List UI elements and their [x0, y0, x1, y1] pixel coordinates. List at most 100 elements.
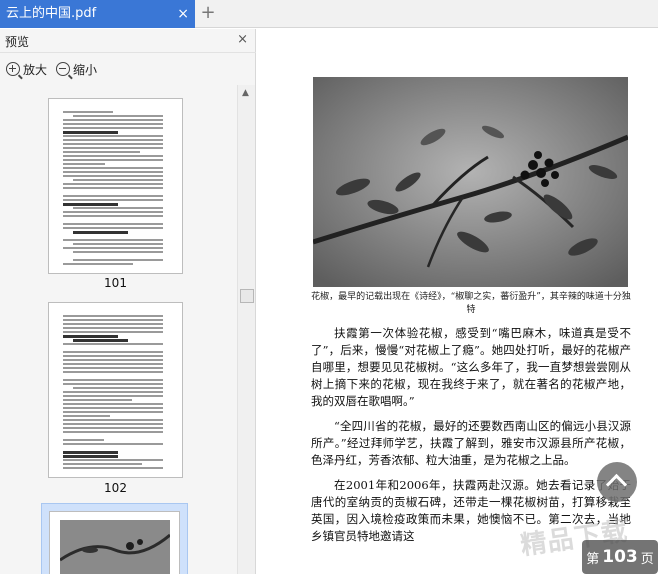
- new-tab-button[interactable]: +: [199, 3, 217, 23]
- preview-header: 预览 ×: [0, 29, 256, 53]
- scroll-up-icon[interactable]: ▲: [242, 88, 249, 98]
- thumbnail-text-line: [63, 419, 163, 421]
- thumbnail-text-line: [63, 367, 163, 369]
- thumbnail-scrollbar[interactable]: ▲: [237, 85, 255, 574]
- thumbnail-text-line: [63, 451, 118, 454]
- scrollbar-thumb[interactable]: [240, 289, 254, 303]
- thumbnail-text-line: [63, 131, 118, 134]
- zoom-out-button[interactable]: 缩小: [56, 60, 97, 78]
- scroll-to-top-button[interactable]: [597, 462, 637, 502]
- thumbnail-text-line: [63, 315, 163, 317]
- thumbnail-text-line: [63, 147, 163, 149]
- thumbnail-text-line: [63, 415, 110, 417]
- thumbnail-text-line: [63, 455, 118, 458]
- thumbnail-text-line: [63, 431, 163, 433]
- page-prefix: 第: [586, 551, 600, 567]
- thumbnail-text-line: [63, 359, 163, 361]
- thumbnail-text-line: [63, 331, 163, 333]
- page-number-102: 102: [104, 481, 127, 495]
- thumbnail-text-line: [63, 119, 163, 121]
- thumbnail-text-line: [63, 199, 163, 201]
- thumbnail-text-line: [63, 343, 163, 345]
- thumbnail-text-line: [63, 427, 163, 429]
- thumbnail-text-line: [73, 251, 163, 253]
- thumbnail-text-line: [63, 395, 163, 397]
- tab-title: 云上的中国.pdf: [6, 6, 97, 21]
- preview-panel: 预览 × 放大 缩小 101 102 ▲: [0, 29, 256, 574]
- thumbnail-text-line: [63, 159, 163, 161]
- thumbnail-text-line: [63, 403, 163, 405]
- thumbnail-text-line: [73, 387, 163, 389]
- page-number-101: 101: [104, 276, 127, 290]
- paragraph-2: “全四川省的花椒，最好的还要数西南山区的偏远小县汉源所产。”经过拜师学艺，扶霞了…: [311, 419, 631, 467]
- thumbnail-photo: [60, 520, 170, 574]
- close-panel-icon[interactable]: ×: [237, 32, 248, 47]
- thumbnail-text-line: [73, 207, 163, 209]
- paragraph-1: 扶霞第一次体验花椒，感受到“嘴巴麻木，味道真是受不了”，后来，慢慢“对花椒上了瘾…: [311, 326, 631, 408]
- thumbnail-text-line: [63, 127, 163, 129]
- thumbnail-text-line: [63, 195, 163, 197]
- thumbnail-text-line: [63, 319, 163, 321]
- thumbnail-text-line: [63, 383, 163, 385]
- thumbnail-text-line: [63, 239, 163, 241]
- thumbnail-text-line: [63, 443, 163, 445]
- zoom-toolbar: 放大 缩小: [0, 54, 256, 84]
- thumbnail-text-line: [63, 335, 118, 338]
- thumbnail-text-line: [63, 167, 163, 169]
- page-indicator: 第 103 页: [582, 540, 658, 574]
- page-thumbnail-103-selected[interactable]: [41, 503, 188, 574]
- thumbnail-text-line: [63, 363, 163, 365]
- thumbnail-text-line: [63, 247, 163, 249]
- page-suffix: 页: [640, 551, 654, 567]
- thumbnail-text-line: [63, 203, 118, 206]
- thumbnail-text-line: [63, 215, 163, 217]
- thumbnail-text-line: [63, 355, 163, 357]
- thumbnail-text-line: [63, 439, 105, 441]
- preview-title: 预览: [5, 35, 30, 49]
- thumbnail-text-line: [63, 423, 163, 425]
- thumbnail-text-line: [63, 135, 163, 137]
- thumbnail-text-line: [63, 371, 163, 373]
- tab-bar: 云上的中国.pdf × +: [0, 0, 658, 28]
- thumbnail-text-line: [63, 139, 163, 141]
- thumbnail-text-line: [63, 391, 163, 393]
- thumbnail-text-line: [63, 143, 163, 145]
- thumbnail-text-line: [63, 323, 163, 325]
- thumbnail-text-line: [73, 339, 128, 342]
- thumbnail-text-line: [63, 327, 163, 329]
- pepper-photo: [313, 77, 628, 287]
- thumbnail-text-line: [63, 175, 163, 177]
- zoom-out-label: 缩小: [73, 62, 98, 77]
- zoom-out-icon: [56, 62, 70, 76]
- thumbnail-text-line: [63, 111, 113, 113]
- thumbnail-text-line: [63, 399, 133, 401]
- thumbnail-text-line: [73, 259, 163, 261]
- zoom-in-button[interactable]: 放大: [6, 60, 47, 78]
- thumbnail-text-line: [73, 179, 163, 181]
- thumbnail-text-line: [73, 115, 163, 117]
- document-tab[interactable]: 云上的中国.pdf ×: [0, 0, 195, 28]
- thumbnail-text-line: [73, 231, 128, 234]
- thumbnail-text-line: [63, 183, 163, 185]
- zoom-in-icon: [6, 62, 20, 76]
- thumbnail-text-line: [63, 411, 163, 413]
- thumbnail-text-line: [63, 351, 163, 353]
- current-page-number: 103: [602, 547, 638, 567]
- thumbnail-text-line: [63, 379, 163, 381]
- thumbnail-text-line: [63, 211, 163, 213]
- thumbnail-text-line: [63, 463, 143, 465]
- document-view: 花椒，最早的记载出现在《诗经》，“椒聊之实，蕃衍盈升”，其辛辣的味道十分独特 扶…: [257, 29, 658, 574]
- thumbnail-text-line: [63, 263, 134, 265]
- close-icon[interactable]: ×: [177, 0, 189, 28]
- thumbnail-text-line: [63, 467, 163, 469]
- thumbnail-text-line: [63, 187, 163, 189]
- thumbnail-text-line: [63, 171, 163, 173]
- thumbnail-text-line: [63, 223, 163, 225]
- page-thumbnail-102[interactable]: [48, 302, 183, 478]
- thumbnail-text-line: [73, 243, 163, 245]
- thumbnail-text-line: [63, 163, 105, 165]
- thumbnail-text-line: [63, 227, 163, 229]
- thumbnail-text-line: [63, 151, 141, 153]
- thumbnail-text-line: [63, 155, 163, 157]
- page-thumbnail-101[interactable]: [48, 98, 183, 274]
